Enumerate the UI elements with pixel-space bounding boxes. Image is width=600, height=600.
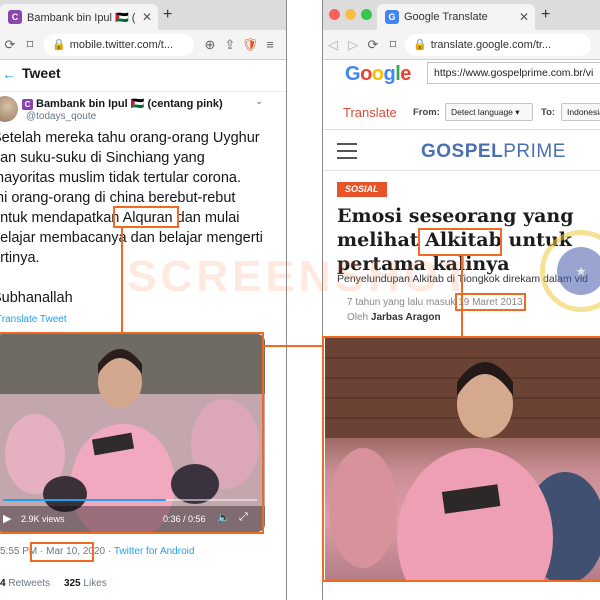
from-label: From:	[413, 107, 440, 118]
article-author: Oleh Jarbas Aragon	[347, 312, 441, 323]
new-tab-icon[interactable]: +	[541, 6, 550, 24]
translate-label: Translate	[343, 105, 397, 120]
tweet-date[interactable]: Mar 10, 2020	[46, 546, 105, 557]
highlighted-word: Alkitab	[425, 229, 502, 251]
reload-icon[interactable]: ⟳	[0, 37, 20, 53]
tweet-stats: 4 Retweets 325 Likes	[0, 578, 107, 589]
author-name[interactable]: Jarbas Aragon	[371, 312, 441, 323]
forward-icon[interactable]: ▷	[343, 37, 363, 53]
tab-strip: G Google Translate ✕ +	[323, 0, 600, 30]
fullscreen-icon[interactable]: ⤢	[239, 511, 248, 524]
tweet-line: untuk mendapatkan Alquran dan mulai	[0, 210, 240, 226]
source-url-field[interactable]: https://www.gospelprime.com.br/vi	[427, 62, 600, 84]
brave-shield-icon[interactable]: 🛡	[240, 37, 260, 53]
reload-icon[interactable]: ⟳	[363, 37, 383, 53]
article-photo	[325, 338, 600, 580]
tab-title: Google Translate	[404, 11, 488, 23]
browser-toolbar: ⟳ ⌑ 🔒 mobile.twitter.com/t... ⊕ ⇪ 🛡 ≡	[0, 30, 286, 60]
site-logo[interactable]: GOSPELPRIME	[421, 141, 566, 163]
back-arrow-icon[interactable]: ←	[2, 66, 16, 82]
window-controls	[329, 9, 372, 20]
tweet-time: 5:55 PM	[0, 546, 38, 557]
twitter-favicon-icon: C	[8, 10, 22, 24]
close-window-icon[interactable]	[329, 9, 340, 20]
google-logo[interactable]: Google	[345, 63, 411, 86]
profile-badge-icon: C	[22, 99, 33, 110]
retweets-label: Retweets	[8, 578, 51, 589]
site-header: GOSPELPRIME	[323, 131, 600, 171]
new-tab-icon[interactable]: +	[163, 6, 172, 24]
browser-toolbar: ◁ ▷ ⟳ ⌑ 🔒 translate.google.com/tr...	[323, 30, 600, 60]
lock-icon: 🔒	[413, 39, 427, 51]
menu-icon[interactable]: ≡	[260, 37, 280, 52]
address-bar[interactable]: 🔒 translate.google.com/tr...	[405, 33, 591, 56]
chevron-down-icon[interactable]: ⌄	[255, 96, 263, 107]
likes-label: Likes	[83, 578, 107, 589]
translate-favicon-icon: G	[385, 10, 399, 24]
tweet-line: Setelah mereka tahu orang-orang Uyghur	[0, 130, 260, 146]
tab-google-translate[interactable]: G Google Translate ✕	[377, 4, 535, 30]
page-title: Tweet	[22, 65, 61, 81]
address-text: mobile.twitter.com/t...	[69, 38, 174, 51]
translate-tweet-link[interactable]: Translate Tweet	[0, 314, 67, 325]
back-icon[interactable]: ◁	[323, 37, 343, 53]
tab-strip: C Bambank bin Ipul 🇵🇸 (centang ✕ +	[0, 0, 286, 30]
retweets-count[interactable]: 4	[0, 578, 6, 589]
author-name[interactable]: C Bambank bin Ipul 🇵🇸 (centang pink)	[22, 97, 223, 110]
bookmark-icon[interactable]: ⌑	[20, 37, 40, 53]
watermark: SCREENSHOT	[127, 252, 473, 301]
minimize-window-icon[interactable]	[345, 9, 356, 20]
tweet-meta: 5:55 PM · Mar 10, 2020 · Twitter for And…	[0, 546, 195, 557]
chevron-down-icon: ▾	[515, 107, 520, 117]
close-icon[interactable]: ✕	[519, 10, 529, 24]
tweet-line: belajar membacanya dan belajar mengerti	[0, 230, 263, 246]
tweet-line: Ini orang-orang di china berebut-rebut	[0, 190, 236, 206]
tab-title: Bambank bin Ipul 🇵🇸 (centang	[27, 11, 136, 24]
close-icon[interactable]: ✕	[142, 10, 152, 24]
tweet-client[interactable]: Twitter for Android	[114, 546, 195, 557]
highlighted-word: Alquran	[122, 210, 173, 226]
translate-bar: Translate From: Detect language ▾ To: In…	[323, 96, 600, 130]
connector-line	[264, 345, 322, 347]
volume-icon[interactable]: 🔈	[217, 511, 231, 524]
photo-image	[325, 338, 600, 580]
maximize-window-icon[interactable]	[361, 9, 372, 20]
tweet-video[interactable]: ▶ 2.9K views 0:36 / 0:56 🔈 ⤢	[0, 334, 265, 532]
avatar[interactable]	[0, 96, 18, 122]
tweet-line: mayoritas muslim tidak tertular corona.	[0, 170, 241, 186]
video-frame	[0, 334, 265, 532]
video-time: 0:36 / 0:56	[163, 514, 206, 524]
play-icon[interactable]: ▶	[3, 512, 11, 525]
likes-count[interactable]: 325	[64, 578, 81, 589]
zoom-icon[interactable]: ⊕	[200, 37, 220, 53]
tab-twitter[interactable]: C Bambank bin Ipul 🇵🇸 (centang ✕	[0, 4, 158, 30]
video-views: 2.9K views	[21, 514, 65, 524]
category-badge[interactable]: SOSIAL	[337, 182, 387, 197]
from-language-select[interactable]: Detect language ▾	[445, 103, 533, 121]
to-label: To:	[541, 107, 556, 118]
address-bar[interactable]: 🔒 mobile.twitter.com/t...	[44, 33, 194, 56]
author-handle[interactable]: @todays_qoute	[26, 111, 96, 122]
bookmark-icon[interactable]: ⌑	[383, 37, 403, 53]
tweet-header: ← Tweet	[0, 60, 286, 92]
share-icon[interactable]: ⇪	[220, 37, 240, 53]
comparison-stage: C Bambank bin Ipul 🇵🇸 (centang ✕ + ⟳ ⌑ 🔒…	[0, 0, 600, 600]
address-text: translate.google.com/tr...	[430, 38, 552, 51]
to-language-select[interactable]: Indonesia	[561, 103, 600, 121]
lock-icon: 🔒	[52, 39, 66, 51]
hamburger-menu-icon[interactable]	[337, 143, 357, 164]
tweet-line: dan suku-suku di Sinchiang yang	[0, 150, 205, 166]
